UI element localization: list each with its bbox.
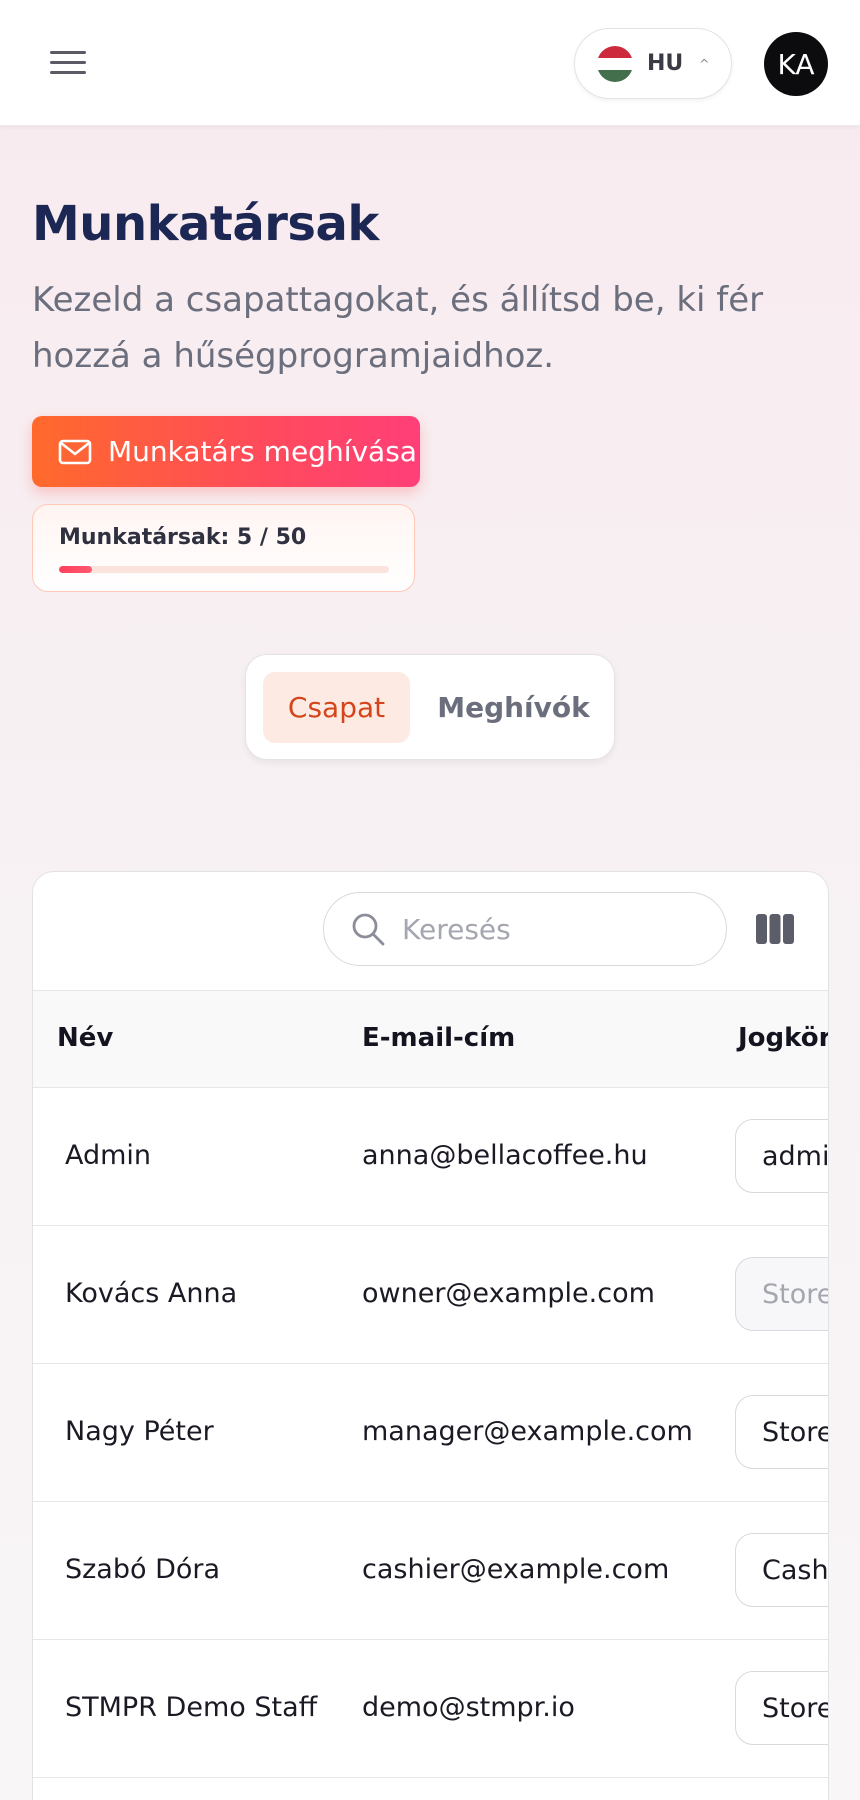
member-limit-card: Munkatársak: 5 / 50 bbox=[32, 504, 415, 592]
avatar[interactable]: KA bbox=[764, 32, 828, 96]
table-row: Admin anna@bellacoffee.hu admin bbox=[33, 1088, 828, 1226]
table-row: Nagy Péter manager@example.com Store bbox=[33, 1364, 828, 1502]
search-icon bbox=[352, 913, 385, 946]
member-name: STMPR Demo Staff bbox=[65, 1692, 318, 1723]
member-name: Admin bbox=[65, 1140, 152, 1171]
member-limit-progress-fill bbox=[59, 566, 92, 573]
language-code: HU bbox=[647, 51, 684, 76]
member-limit-label: Munkatársak: 5 / 50 bbox=[59, 525, 307, 550]
invite-member-button[interactable]: Munkatárs meghívása bbox=[32, 416, 420, 487]
tab-invites[interactable]: Meghívók bbox=[426, 672, 601, 743]
language-selector[interactable]: HU ^ bbox=[574, 28, 732, 99]
member-limit-progress bbox=[59, 566, 389, 573]
column-header-email[interactable]: E-mail-cím bbox=[362, 1023, 515, 1053]
invite-button-label: Munkatárs meghívása bbox=[108, 435, 417, 468]
member-email: anna@bellacoffee.hu bbox=[362, 1140, 648, 1171]
search-input[interactable] bbox=[402, 912, 702, 946]
role-select[interactable]: Store bbox=[735, 1395, 828, 1469]
column-header-name[interactable]: Név bbox=[57, 1023, 113, 1053]
member-name: Nagy Péter bbox=[65, 1416, 214, 1447]
page-subtitle: Kezeld a csapattagokat, és állítsd be, k… bbox=[32, 280, 764, 376]
member-email: cashier@example.com bbox=[362, 1554, 670, 1585]
member-email: owner@example.com bbox=[362, 1278, 655, 1309]
top-bar: HU ^ KA bbox=[0, 0, 860, 126]
member-email: manager@example.com bbox=[362, 1416, 693, 1447]
table-row: STMPR Demo Staff demo@stmpr.io Store bbox=[33, 1640, 828, 1778]
tab-team[interactable]: Csapat bbox=[263, 672, 410, 743]
menu-icon[interactable] bbox=[42, 44, 94, 82]
hungary-flag-icon bbox=[597, 45, 633, 82]
role-select[interactable]: admin bbox=[735, 1119, 828, 1193]
member-email: demo@stmpr.io bbox=[362, 1692, 575, 1723]
role-select[interactable]: Store bbox=[735, 1671, 828, 1745]
columns-icon[interactable] bbox=[755, 912, 795, 946]
search-box bbox=[323, 892, 727, 966]
mail-icon bbox=[58, 439, 92, 464]
table-header: Név E-mail-cím Jogkör bbox=[33, 990, 828, 1088]
member-name: Kovács Anna bbox=[65, 1278, 238, 1309]
role-select: Store bbox=[735, 1257, 828, 1331]
member-name: Szabó Dóra bbox=[65, 1554, 221, 1585]
page-title: Munkatársak bbox=[32, 196, 379, 252]
role-select[interactable]: Cash bbox=[735, 1533, 828, 1607]
tab-switcher: Csapat Meghívók bbox=[245, 654, 615, 760]
table-row: Kovács Anna owner@example.com Store bbox=[33, 1226, 828, 1364]
members-table-card: Név E-mail-cím Jogkör Admin anna@bellaco… bbox=[32, 871, 829, 1800]
chevron-up-icon: ^ bbox=[699, 56, 710, 71]
column-header-role[interactable]: Jogkör bbox=[738, 1023, 828, 1053]
table-row: Szabó Dóra cashier@example.com Cash bbox=[33, 1502, 828, 1640]
